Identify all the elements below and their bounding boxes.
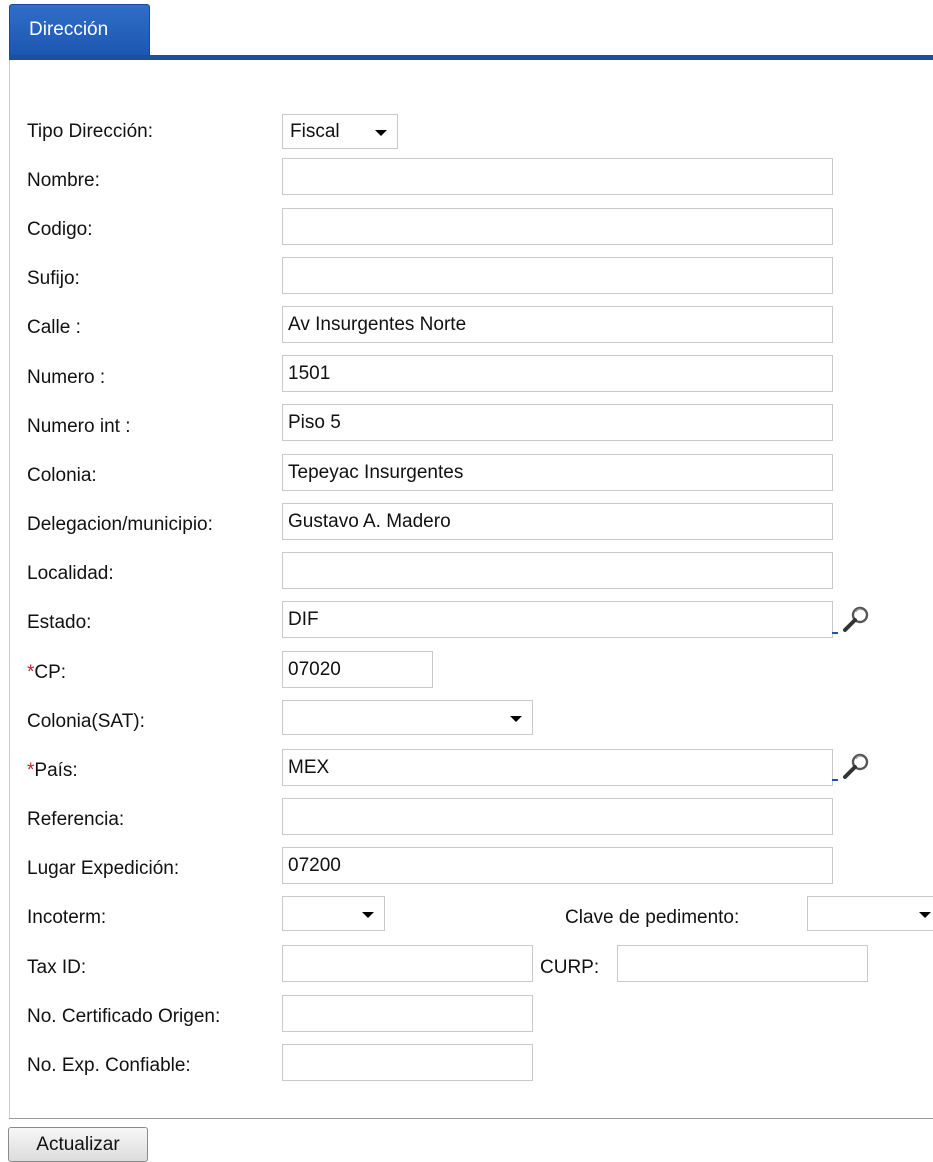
tipo-direccion-label: Tipo Dirección: [27,121,154,142]
delegacion-input[interactable] [282,503,833,540]
cp-input[interactable] [282,651,433,688]
chevron-down-icon [510,716,522,722]
referencia-input[interactable] [282,798,833,835]
delegacion-label: Delegacion/municipio: [27,514,213,535]
tipo-direccion-select[interactable]: Fiscal [282,114,398,149]
pais-label-text: País: [34,760,78,781]
pais-label: *País: [27,760,78,782]
tax-id-input[interactable] [282,945,533,982]
chevron-down-icon [375,130,387,136]
nombre-label: Nombre: [27,170,100,191]
exp-confiable-input[interactable] [282,1044,533,1081]
sufijo-label: Sufijo: [27,268,80,289]
numero-int-input[interactable] [282,404,833,441]
calle-label: Calle : [27,317,81,338]
sufijo-input[interactable] [282,257,833,294]
pais-input[interactable] [282,749,833,786]
lugar-expedicion-label: Lugar Expedición: [27,858,180,879]
colonia-label: Colonia: [27,465,97,486]
magnifier-icon[interactable] [832,604,876,634]
codigo-label: Codigo: [27,219,93,240]
colonia-input[interactable] [282,454,833,491]
estado-input[interactable] [282,601,833,638]
tab-direccion[interactable]: Dirección [9,4,150,56]
colonia-sat-select[interactable] [282,700,533,735]
referencia-label: Referencia: [27,809,125,830]
codigo-input[interactable] [282,208,833,245]
cp-label-text: CP: [34,662,67,683]
curp-label: CURP: [540,957,600,978]
incoterm-label: Incoterm: [27,907,107,928]
tipo-direccion-value: Fiscal [290,121,340,142]
colonia-sat-label: Colonia(SAT): [27,711,145,732]
incoterm-select[interactable] [282,896,385,931]
localidad-label: Localidad: [27,563,114,584]
exp-confiable-label: No. Exp. Confiable: [27,1055,191,1076]
calle-input[interactable] [282,306,833,343]
tax-id-label: Tax ID: [27,957,87,978]
chevron-down-icon [362,912,374,918]
estado-label: Estado: [27,612,92,633]
cp-label: *CP: [27,662,66,684]
lugar-expedicion-input[interactable] [282,847,833,884]
panel-bottom-border [9,1118,933,1119]
numero-label: Numero : [27,367,106,388]
clave-pedimento-label: Clave de pedimento: [565,907,740,928]
certificado-origen-input[interactable] [282,995,533,1032]
numero-int-label: Numero int : [27,416,131,437]
curp-input[interactable] [617,945,868,982]
actualizar-button[interactable]: Actualizar [8,1127,148,1162]
nombre-input[interactable] [282,158,833,195]
localidad-input[interactable] [282,552,833,589]
chevron-down-icon [919,912,931,918]
magnifier-icon[interactable] [832,751,876,781]
certificado-origen-label: No. Certificado Origen: [27,1006,221,1027]
clave-pedimento-select[interactable] [807,896,933,931]
numero-input[interactable] [282,355,833,392]
